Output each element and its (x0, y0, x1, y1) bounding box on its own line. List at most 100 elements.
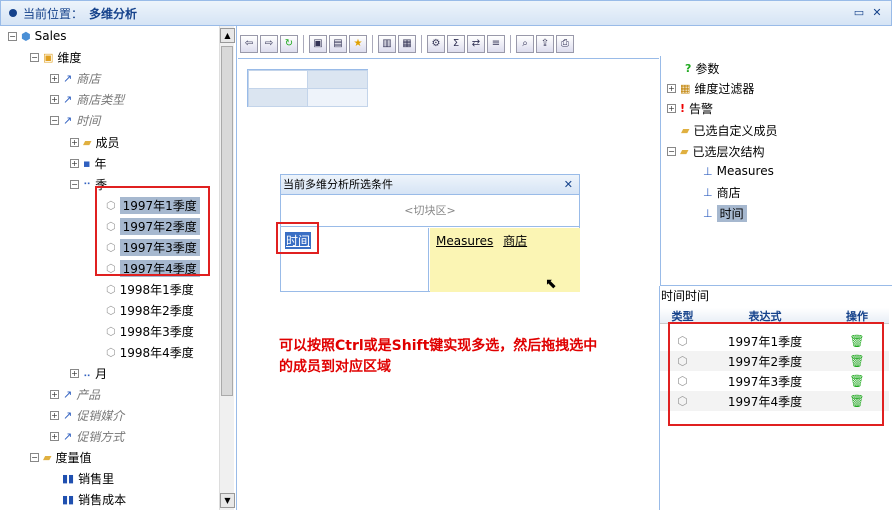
expand-icon[interactable]: + (667, 103, 676, 113)
folder-icon: ▰ (680, 144, 689, 158)
expand-icon[interactable]: + (50, 410, 59, 420)
tree-dimensions[interactable]: 维度 (57, 49, 81, 66)
expand-icon[interactable]: + (667, 83, 676, 93)
folder-icon: ▰ (43, 450, 52, 464)
location-label: 当前位置： (23, 6, 84, 21)
zoom-icon[interactable]: ⌕ (516, 35, 534, 53)
rtree-alert[interactable]: 告警 (689, 100, 713, 117)
parameter-icon: ? (685, 61, 692, 75)
dimension-folder-icon: ▣ (43, 50, 54, 64)
save-as-icon[interactable]: ▤ (329, 35, 347, 53)
expand-icon[interactable]: + (70, 158, 79, 168)
tree-dim-store[interactable]: 商店 (76, 70, 100, 87)
level-icon: ⠤ (83, 366, 92, 380)
tree-dim-promo-media[interactable]: 促销媒介 (76, 407, 124, 424)
sum-icon[interactable]: Σ (447, 35, 465, 53)
chart-icon[interactable]: ▥ (378, 35, 396, 53)
expand-icon[interactable]: + (50, 73, 59, 83)
column-area[interactable]: Measures 商店 ⬉ (430, 228, 580, 292)
dimension-icon: ↗ (63, 387, 73, 401)
dimension-icon: ↗ (63, 429, 73, 443)
col-expression[interactable]: 表达式 (705, 308, 825, 323)
tree-member-1998q4[interactable]: 1998年4季度 (120, 344, 194, 361)
folder-icon: ▰ (681, 123, 690, 137)
measure-icon: ▮▮ (62, 471, 75, 485)
collapse-icon[interactable]: − (70, 179, 79, 189)
close-icon[interactable]: ✕ (871, 7, 883, 19)
forward-icon[interactable]: ⇨ (260, 35, 278, 53)
rtree-hierarchies[interactable]: 已选层次结构 (692, 143, 764, 160)
dimension-icon: ↗ (63, 71, 73, 85)
collapse-icon[interactable]: − (30, 52, 39, 62)
tree-dim-store-type[interactable]: 商店类型 (76, 91, 124, 108)
rtree-parameters[interactable]: 参数 (695, 60, 719, 77)
selection-dialog: 当前多维分析所选条件 ✕ <切块区> 时间 Measures 商店 ⬉ (280, 174, 580, 292)
collapse-icon[interactable]: − (667, 146, 676, 156)
tree-member-1998q2[interactable]: 1998年2季度 (120, 302, 194, 319)
filter-icon[interactable]: ≡ (487, 35, 505, 53)
close-icon[interactable]: ✕ (564, 175, 573, 194)
slicer-area[interactable]: <切块区> (281, 195, 579, 227)
back-icon[interactable]: ⇦ (240, 35, 258, 53)
settings-tree: ? 参数 + ▦ 维度过滤器 +! 告警 ▰ 已选自定义成员 − ▰ 已选层次结构 ⊥ Meas… (660, 56, 892, 286)
table-icon[interactable]: ▦ (398, 35, 416, 53)
restore-icon[interactable]: ▭ (853, 7, 865, 19)
col-action[interactable]: 操作 (825, 308, 889, 323)
collapse-icon[interactable]: − (50, 115, 59, 125)
tree-measures[interactable]: 度量值 (55, 449, 91, 466)
level-icon: ⠒ (83, 177, 92, 191)
expand-icon[interactable]: + (70, 137, 79, 147)
scroll-thumb[interactable] (221, 46, 233, 396)
pivot-grid (247, 69, 368, 107)
row-highlight (276, 222, 319, 254)
tree-dim-promo-type[interactable]: 促销方式 (76, 428, 124, 445)
rtree-hier-store[interactable]: 商店 (717, 184, 741, 201)
dialog-header: 当前多维分析所选条件 ✕ (281, 175, 579, 195)
col-item-measures[interactable]: Measures (436, 234, 493, 248)
tree-member-1998q1[interactable]: 1998年1季度 (120, 281, 194, 298)
rtree-hier-measures[interactable]: Measures (717, 164, 774, 178)
hierarchy-icon: ⊥ (703, 164, 713, 178)
tree-measure-cost[interactable]: 销售成本 (78, 491, 126, 508)
tree-measure-sales[interactable]: 销售里 (78, 470, 114, 487)
selection-highlight (95, 186, 210, 276)
hierarchy-icon: ⊥ (703, 206, 713, 220)
refresh-icon[interactable]: ↻ (280, 35, 298, 53)
col-type[interactable]: 类型 (660, 308, 705, 323)
member-icon: ⬡ (106, 282, 116, 296)
export-icon[interactable]: ⇪ (536, 35, 554, 53)
expand-icon[interactable]: + (50, 431, 59, 441)
collapse-icon[interactable]: − (8, 31, 17, 41)
tree-member-1998q3[interactable]: 1998年3季度 (120, 323, 194, 340)
tree-dim-time[interactable]: 时间 (76, 112, 100, 129)
scroll-down-icon[interactable]: ▼ (220, 493, 235, 508)
expand-icon[interactable]: + (50, 389, 59, 399)
expand-icon[interactable]: + (70, 368, 79, 378)
tree-root-sales[interactable]: Sales (35, 29, 67, 43)
filter-icon: ▦ (680, 81, 691, 95)
folder-icon: ▰ (83, 135, 92, 149)
level-icon: ▪ (83, 156, 91, 170)
tree-dim-product[interactable]: 产品 (76, 386, 100, 403)
measure-icon: ▮▮ (62, 492, 75, 506)
tree-year[interactable]: 年 (94, 155, 106, 172)
tree-month[interactable]: 月 (95, 365, 107, 382)
member-panel-title: 时间时间 (660, 285, 892, 305)
scroll-up-icon[interactable]: ▲ (220, 28, 235, 43)
print-icon[interactable]: ⎙ (556, 35, 574, 53)
rtree-dim-filter[interactable]: 维度过滤器 (694, 80, 754, 97)
swap-icon[interactable]: ⇄ (467, 35, 485, 53)
collapse-icon[interactable]: − (30, 452, 39, 462)
tree-members[interactable]: 成员 (95, 134, 119, 151)
col-item-store[interactable]: 商店 (503, 234, 527, 248)
save-icon[interactable]: ▣ (309, 35, 327, 53)
rtree-custom-members[interactable]: 已选自定义成员 (693, 122, 777, 139)
expand-icon[interactable]: + (50, 94, 59, 104)
member-icon: ⬡ (106, 345, 116, 359)
mdx-icon[interactable]: ⚙ (427, 35, 445, 53)
alert-icon: ! (680, 101, 686, 115)
rtree-hier-time[interactable]: 时间 (716, 204, 747, 222)
favorite-icon[interactable]: ★ (349, 35, 367, 53)
tree-scrollbar[interactable]: ▲ ▼ (219, 26, 235, 510)
toolbar: ⇦ ⇨ ↻ ▣ ▤ ★ ▥ ▦ ⚙ Σ ⇄ ≡ ⌕ ⇪ ⎙ (240, 32, 650, 56)
